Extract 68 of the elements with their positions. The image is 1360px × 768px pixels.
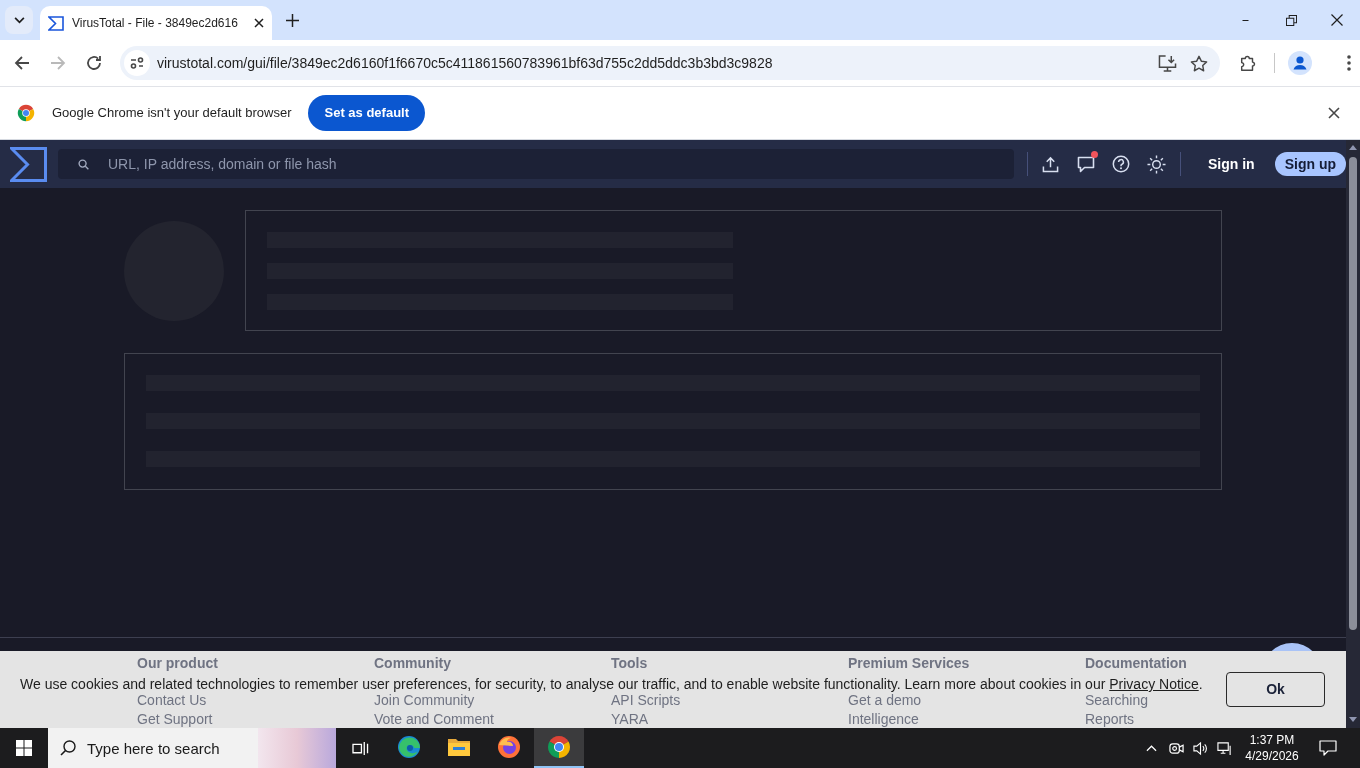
footer-link[interactable]: Reports	[1085, 712, 1135, 727]
clock-time[interactable]: 1:37 PM	[1249, 732, 1295, 748]
more-menu-icon[interactable]	[1347, 55, 1351, 71]
chrome-logo-icon	[17, 104, 35, 122]
sign-up-button[interactable]: Sign up	[1274, 152, 1346, 176]
footer-link[interactable]: Get Support	[137, 712, 213, 727]
scrollbar-thumb[interactable]	[1349, 157, 1357, 630]
chevron-down-icon	[13, 16, 25, 24]
sign-in-link[interactable]: Sign in	[1208, 153, 1255, 175]
search-field[interactable]: URL, IP address, domain or file hash	[58, 149, 1014, 179]
clock-date[interactable]: 4/29/2026	[1245, 748, 1299, 764]
tab-search-button[interactable]	[5, 6, 33, 34]
profile-avatar-icon[interactable]	[1288, 51, 1312, 75]
restore-icon[interactable]	[1285, 14, 1297, 26]
privacy-notice-link[interactable]: Privacy Notice	[1109, 676, 1199, 692]
footer-link[interactable]: YARA	[611, 712, 649, 727]
footer-link[interactable]: Contact Us	[137, 693, 207, 708]
task-view-icon[interactable]	[351, 740, 369, 756]
footer-link[interactable]: Searching	[1085, 693, 1149, 708]
search-icon	[78, 159, 89, 170]
site-info-icon[interactable]	[124, 50, 150, 76]
camera-icon[interactable]	[1169, 740, 1184, 756]
upload-icon[interactable]	[1042, 155, 1059, 173]
footer-heading: Tools	[611, 656, 648, 671]
sun-icon[interactable]	[1147, 154, 1166, 174]
footer-link[interactable]: Join Community	[374, 693, 475, 708]
speaker-icon[interactable]	[1193, 740, 1208, 756]
help-icon[interactable]	[1112, 155, 1130, 173]
chat-bubble-icon[interactable]	[1077, 155, 1095, 173]
footer-link[interactable]: Intelligence	[848, 712, 919, 727]
close-icon[interactable]	[1331, 14, 1343, 26]
puzzle-piece-icon[interactable]	[1239, 54, 1257, 72]
notification-icon[interactable]	[1319, 740, 1337, 756]
browser-tab[interactable]: VirusTotal - File - 3849ec2d616	[40, 6, 272, 40]
url-text: virustotal.com/gui/file/3849ec2d6160f1f6670c5c411861560783961bf63d755c2dd5ddc3b3bd3c9828	[157, 53, 773, 73]
scroll-down-arrow-icon[interactable]	[1349, 717, 1357, 722]
bookmark-star-icon[interactable]	[1190, 54, 1208, 72]
cookie-notice: We use cookies and related technologies to remember user preferences, for security, to analyse our traffic, and to enable website functionality. Learn more about cookies in our Privacy Notice.	[20, 676, 1203, 692]
ok-button[interactable]: Ok	[1226, 672, 1325, 707]
new-tab-icon[interactable]	[286, 13, 299, 27]
footer-heading: Community	[374, 656, 451, 671]
chevron-up-icon[interactable]	[1146, 744, 1157, 752]
reload-icon[interactable]	[86, 55, 102, 71]
taskbar-app-button[interactable]	[534, 728, 584, 768]
set-default-button[interactable]: Set as default	[308, 95, 425, 131]
footer-link[interactable]: Get a demo	[848, 693, 922, 708]
footer-link[interactable]: Vote and Comment	[374, 712, 494, 727]
windows-logo-icon[interactable]	[16, 740, 32, 756]
chrome-icon	[547, 735, 571, 759]
network-monitor-icon[interactable]	[1217, 740, 1232, 756]
folder-icon	[447, 737, 471, 757]
back-arrow-icon[interactable]	[14, 55, 30, 71]
footer-heading: Documentation	[1085, 656, 1187, 671]
edge-icon	[397, 735, 421, 759]
search-icon	[60, 740, 76, 756]
address-bar[interactable]: virustotal.com/gui/file/3849ec2d6160f1f6670c5c411861560783961bf63d755c2dd5ddc3b3bd3c9828	[120, 46, 1220, 80]
sigma-logo-icon[interactable]	[10, 146, 47, 182]
footer-heading: Premium Services	[848, 656, 970, 671]
footer-heading: Our product	[137, 656, 218, 671]
firefox-icon	[497, 735, 521, 759]
close-icon[interactable]	[1328, 107, 1340, 119]
infobar-message: Google Chrome isn't your default browser	[52, 104, 292, 123]
install-app-icon[interactable]	[1158, 54, 1177, 72]
close-icon[interactable]	[254, 18, 264, 28]
footer-link[interactable]: API Scripts	[611, 693, 681, 708]
sigma-logo-icon	[48, 15, 64, 31]
taskbar-search-field[interactable]: Type here to search	[48, 728, 258, 768]
scroll-up-arrow-icon[interactable]	[1349, 145, 1357, 150]
